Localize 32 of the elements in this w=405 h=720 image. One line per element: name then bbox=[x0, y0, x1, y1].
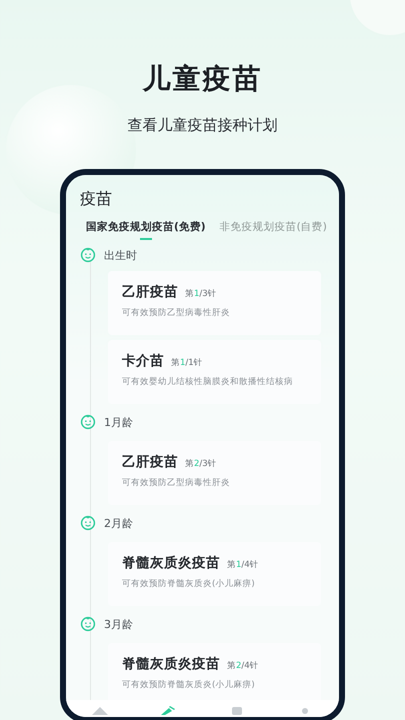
dose-count: 第 1/3针 bbox=[185, 288, 217, 300]
vaccine-card[interactable]: 乙肝疫苗 第 1/3针 可有效预防乙型病毒性肝炎 bbox=[108, 271, 321, 335]
dose-count: 第 1/1针 bbox=[171, 357, 203, 369]
vaccine-name: 卡介苗 bbox=[122, 352, 164, 370]
vaccine-card[interactable]: 乙肝疫苗 第2/3针 可有效预防乙型病毒性肝炎 bbox=[108, 441, 321, 505]
vaccine-description: 可有效预防乙型病毒性肝炎 bbox=[122, 477, 231, 489]
age-label: 3月龄 bbox=[104, 616, 133, 632]
vaccine-name: 脊髓灰质炎疫苗 bbox=[122, 554, 220, 572]
hero-subtitle: 查看儿童疫苗接种计划 bbox=[128, 116, 278, 135]
age-label: 2月龄 bbox=[104, 516, 133, 530]
hero-title: 儿童疫苗 bbox=[142, 61, 262, 97]
screen-title: 疫苗 bbox=[79, 188, 113, 210]
vaccine-card[interactable]: 脊髓灰质炎疫苗 第2/4针 可有效预防脊髓灰质炎(小儿麻痹) bbox=[108, 643, 321, 700]
age-label: 出生时 bbox=[104, 248, 137, 262]
vaccine-description: 可有效预防脊髓灰质炎(小儿麻痹) bbox=[122, 679, 256, 691]
vaccine-name: 乙肝疫苗 bbox=[122, 453, 178, 471]
vaccine-description: 可有效预防脊髓灰质炎(小儿麻痹) bbox=[122, 578, 256, 590]
vaccine-description: 可有效预防乙型病毒性肝炎 bbox=[122, 307, 231, 319]
baby-face-icon bbox=[80, 247, 96, 263]
vaccine-card[interactable]: 脊髓灰质炎疫苗 第 1/4针 可有效预防脊髓灰质炎(小儿麻痹) bbox=[108, 542, 321, 606]
dose-count: 第2/4针 bbox=[227, 660, 259, 672]
dose-count: 第2/3针 bbox=[185, 458, 217, 470]
vaccine-name: 乙肝疫苗 bbox=[122, 283, 178, 301]
age-label: 1月龄 bbox=[104, 414, 133, 430]
vaccine-description: 可有效婴幼儿结核性脑膜炎和散播性结核病 bbox=[122, 376, 294, 388]
vaccine-name: 脊髓灰质炎疫苗 bbox=[122, 655, 220, 673]
vaccine-card[interactable]: 卡介苗 第 1/1针 可有效婴幼儿结核性脑膜炎和散播性结核病 bbox=[108, 340, 321, 404]
baby-face-icon bbox=[80, 616, 96, 632]
tab[interactable]: 国家免疫规划疫苗(免费) bbox=[86, 220, 206, 240]
dose-count: 第 1/4针 bbox=[227, 559, 259, 571]
baby-face-icon bbox=[80, 515, 96, 531]
baby-face-icon bbox=[80, 414, 96, 430]
